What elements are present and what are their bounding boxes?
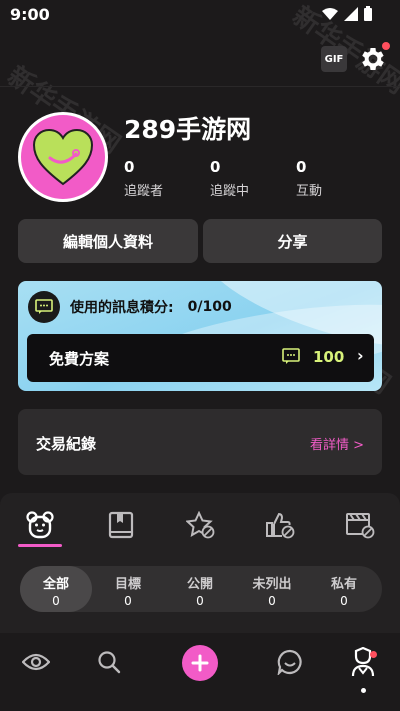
filter-count: 0	[124, 594, 132, 608]
filter-count: 0	[340, 594, 348, 608]
chevron-right-icon: ›	[357, 346, 364, 365]
view-details-link[interactable]: 看詳情 >	[310, 434, 364, 453]
active-tab-indicator	[18, 544, 62, 547]
signal-icon	[344, 6, 358, 21]
filter-count: 0	[52, 594, 60, 608]
stat-value: 0	[296, 158, 307, 176]
wifi-icon	[322, 7, 338, 20]
nav-create-button[interactable]	[182, 645, 218, 681]
status-time: 9:00	[10, 5, 50, 24]
transaction-records-card[interactable]: 交易紀錄 看詳情 >	[18, 409, 382, 475]
active-nav-indicator	[361, 688, 366, 693]
plus-icon	[191, 654, 209, 672]
credits-value: 0/100	[187, 299, 232, 315]
transaction-records-title: 交易紀錄	[36, 435, 97, 453]
tab-favorites[interactable]	[186, 510, 216, 540]
bear-icon	[26, 511, 54, 539]
nav-explore[interactable]	[21, 647, 51, 677]
search-icon	[98, 651, 121, 674]
stat-label: 追蹤者	[124, 184, 164, 199]
filter-label: 未列出	[252, 577, 292, 592]
status-icons	[322, 6, 372, 21]
filter-label: 目標	[114, 577, 141, 592]
gif-button[interactable]: GIF	[321, 46, 347, 72]
filter-unlisted[interactable]: 未列出 0	[236, 566, 308, 612]
visibility-filter-bar: 全部 0 目標 0 公開 0 未列出 0 私有 0	[20, 566, 382, 612]
heart-face-icon	[32, 128, 94, 186]
filter-goals[interactable]: 目標 0	[92, 566, 164, 612]
free-plan-row[interactable]: 免費方案 100 ›	[27, 334, 374, 382]
header-divider	[0, 86, 400, 87]
username: 289手游网	[124, 115, 252, 144]
chat-icon	[277, 649, 302, 675]
stat-followers[interactable]: 0 追蹤者	[124, 158, 163, 199]
stat-label: 互動	[296, 184, 323, 199]
filter-count: 0	[196, 594, 204, 608]
filter-label: 全部	[42, 577, 69, 592]
credits-header: 使用的訊息積分: 0/100	[28, 291, 232, 323]
book-icon	[108, 511, 134, 539]
stat-label: 追蹤中	[210, 184, 250, 199]
stat-following[interactable]: 0 追蹤中	[210, 158, 249, 199]
tab-scenes[interactable]	[346, 510, 376, 540]
chat-bubble-icon	[28, 291, 60, 323]
stat-value: 0	[124, 158, 135, 176]
stat-value: 0	[210, 158, 221, 176]
plan-credit-count: 100	[313, 348, 345, 366]
tab-characters[interactable]	[25, 510, 55, 540]
filter-label: 公開	[186, 577, 213, 592]
filter-count: 0	[268, 594, 276, 608]
stat-interactions[interactable]: 0 互動	[296, 158, 322, 199]
thumbs-up-hidden-icon	[266, 512, 295, 539]
nav-search[interactable]	[94, 647, 124, 677]
status-bar: 9:00	[0, 0, 400, 30]
edit-profile-button[interactable]: 編輯個人資料	[18, 219, 198, 263]
plan-name: 免費方案	[49, 350, 110, 368]
filter-label: 私有	[330, 577, 357, 592]
filter-all[interactable]: 全部 0	[20, 566, 92, 612]
credits-label: 使用的訊息積分:	[70, 300, 174, 316]
avatar[interactable]	[18, 112, 108, 202]
nav-chat[interactable]	[275, 647, 305, 677]
filter-private[interactable]: 私有 0	[308, 566, 380, 612]
share-button[interactable]: 分享	[203, 219, 382, 263]
profile-notification-dot	[370, 651, 377, 658]
bottom-nav	[0, 633, 400, 711]
tab-book[interactable]	[106, 510, 136, 540]
tab-liked[interactable]	[266, 510, 296, 540]
filter-public[interactable]: 公開 0	[164, 566, 236, 612]
battery-icon	[364, 6, 372, 21]
message-credits-card: 使用的訊息積分: 0/100 免費方案 100 ›	[18, 281, 382, 391]
star-hidden-icon	[186, 511, 215, 539]
settings-notification-dot	[382, 42, 390, 50]
content-panel: 全部 0 目標 0 公開 0 未列出 0 私有 0	[0, 493, 400, 633]
eye-icon	[22, 653, 50, 671]
chat-bubble-icon	[282, 348, 300, 364]
clapper-hidden-icon	[346, 513, 375, 539]
settings-button[interactable]	[358, 42, 390, 74]
